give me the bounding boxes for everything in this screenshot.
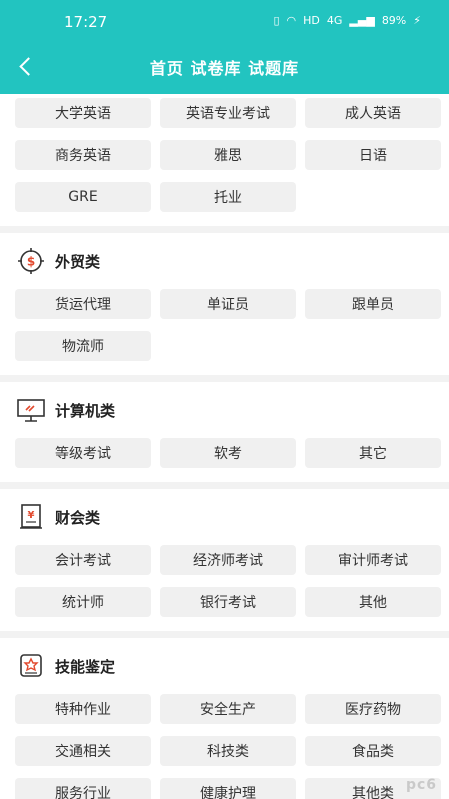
chip-technology[interactable]: 科技类: [160, 736, 296, 766]
chip-adult-english[interactable]: 成人英语: [305, 98, 441, 128]
status-bar: 17:27 ▯ ◠ HD 4G ▂▄▆ 89% ⚡: [0, 0, 449, 44]
watermark: pc6: [405, 777, 437, 793]
page-title: 首页 试卷库 试题库: [149, 59, 300, 78]
section-english: 大学英语 英语专业考试 成人英语 商务英语 雅思 日语 GRE 托业: [0, 94, 449, 226]
chip-freight-agent[interactable]: 货运代理: [15, 289, 151, 319]
charging-icon: ⚡: [413, 14, 421, 27]
section-header: 技能鉴定: [15, 638, 440, 694]
chip-service-industry[interactable]: 服务行业: [15, 778, 151, 799]
chip-toeic[interactable]: 托业: [160, 182, 296, 212]
chip-economist-exam[interactable]: 经济师考试: [160, 545, 296, 575]
section-header: $ 外贸类: [15, 233, 440, 289]
chip-grid: 货运代理 单证员 跟单员 物流师: [15, 289, 441, 375]
chip-ielts[interactable]: 雅思: [160, 140, 296, 170]
section-title: 外贸类: [55, 252, 101, 271]
section-header: ¥ 财会类: [15, 489, 440, 545]
chip-other[interactable]: 其他: [305, 587, 441, 617]
signal-4g: 4G: [326, 14, 343, 27]
chip-grid: 特种作业 安全生产 医疗药物 交通相关 科技类 食品类 服务行业 健康护理 其他…: [15, 694, 441, 799]
chip-grid: 大学英语 英语专业考试 成人英语 商务英语 雅思 日语 GRE 托业: [15, 98, 441, 226]
chip-bank-exam[interactable]: 银行考试: [160, 587, 296, 617]
chip-auditor-exam[interactable]: 审计师考试: [305, 545, 441, 575]
battery-level: 89%: [381, 14, 407, 27]
status-icons: ▯ ◠ HD 4G ▂▄▆ 89% ⚡: [273, 14, 421, 27]
chip-special-operations[interactable]: 特种作业: [15, 694, 151, 724]
section-header: 计算机类: [15, 382, 440, 438]
section-title: 财会类: [55, 508, 101, 527]
svg-text:¥: ¥: [28, 510, 35, 521]
section-title: 技能鉴定: [55, 657, 116, 676]
chip-food[interactable]: 食品类: [305, 736, 441, 766]
nav-bar: 首页 试卷库 试题库: [0, 44, 449, 94]
vibrate-icon: ▯: [273, 14, 280, 27]
dollar-icon: $: [16, 246, 46, 276]
section-title: 计算机类: [55, 401, 116, 420]
chip-documentation[interactable]: 单证员: [160, 289, 296, 319]
chip-business-english[interactable]: 商务英语: [15, 140, 151, 170]
section-accounting: ¥ 财会类 会计考试 经济师考试 审计师考试 统计师 银行考试 其他: [0, 489, 449, 631]
accounting-book-icon: ¥: [16, 502, 46, 532]
chip-medical-drugs[interactable]: 医疗药物: [305, 694, 441, 724]
badge-icon: [16, 651, 46, 681]
svg-text:$: $: [27, 255, 35, 269]
signal-bars-icon: ▂▄▆: [349, 14, 375, 27]
wifi-icon: ◠: [286, 14, 297, 27]
section-computer: 计算机类 等级考试 软考 其它: [0, 382, 449, 482]
chip-soft-exam[interactable]: 软考: [160, 438, 296, 468]
chip-english-major[interactable]: 英语专业考试: [160, 98, 296, 128]
status-time: 17:27: [64, 13, 108, 31]
chip-accounting-exam[interactable]: 会计考试: [15, 545, 151, 575]
chip-safety-production[interactable]: 安全生产: [160, 694, 296, 724]
hd-label: HD: [303, 14, 320, 27]
computer-icon: [16, 395, 46, 425]
section-foreign-trade: $ 外贸类 货运代理 单证员 跟单员 物流师: [0, 233, 449, 375]
app-header: 17:27 ▯ ◠ HD 4G ▂▄▆ 89% ⚡ 首页 试卷库 试题库: [0, 0, 449, 94]
chip-other[interactable]: 其它: [305, 438, 441, 468]
chip-grid: 等级考试 软考 其它: [15, 438, 441, 482]
chip-health-care[interactable]: 健康护理: [160, 778, 296, 799]
chip-merchandiser[interactable]: 跟单员: [305, 289, 441, 319]
chip-logistics[interactable]: 物流师: [15, 331, 151, 361]
section-skill-appraisal: 技能鉴定 特种作业 安全生产 医疗药物 交通相关 科技类 食品类 服务行业 健康…: [0, 638, 449, 799]
chip-japanese[interactable]: 日语: [305, 140, 441, 170]
chip-college-english[interactable]: 大学英语: [15, 98, 151, 128]
chip-level-exam[interactable]: 等级考试: [15, 438, 151, 468]
category-list[interactable]: 大学英语 英语专业考试 成人英语 商务英语 雅思 日语 GRE 托业 $ 外贸类…: [0, 94, 449, 799]
chip-statistician[interactable]: 统计师: [15, 587, 151, 617]
chip-transportation[interactable]: 交通相关: [15, 736, 151, 766]
chip-gre[interactable]: GRE: [15, 182, 151, 212]
chip-grid: 会计考试 经济师考试 审计师考试 统计师 银行考试 其他: [15, 545, 441, 631]
